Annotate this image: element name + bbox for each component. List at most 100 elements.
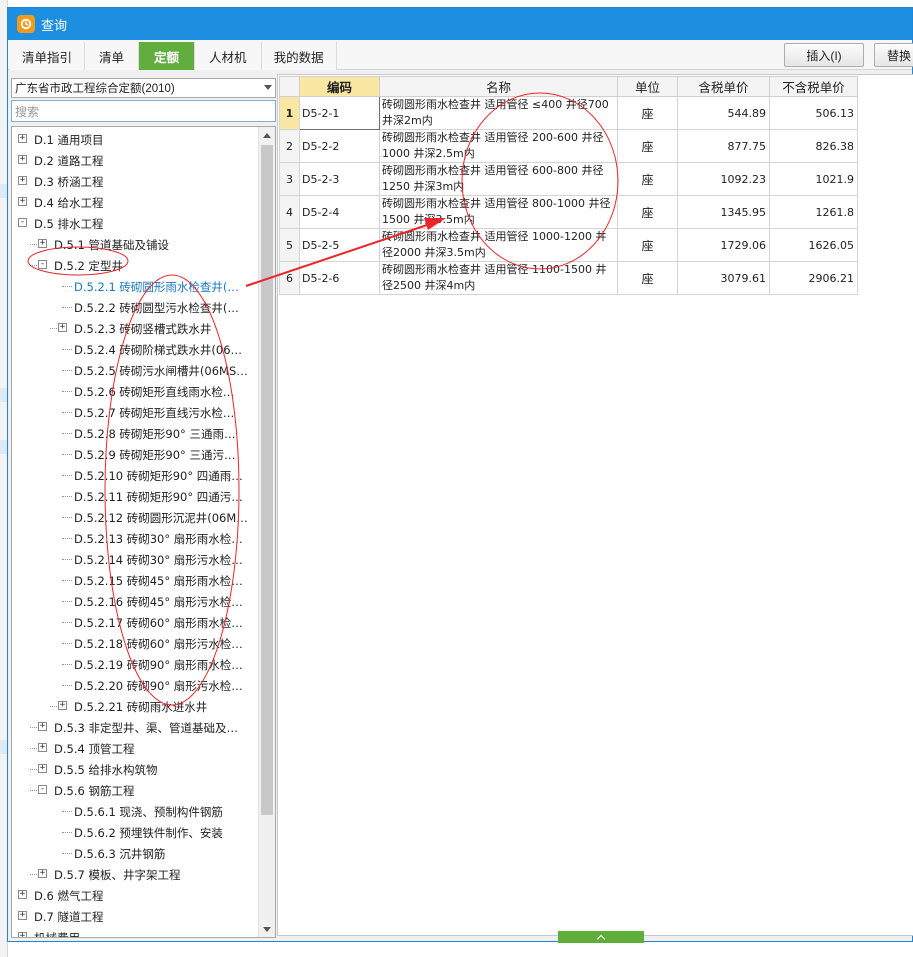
search-input[interactable]: 搜索 bbox=[11, 100, 276, 122]
unit-cell: 座 bbox=[617, 228, 678, 262]
expand-icon[interactable]: + bbox=[18, 911, 27, 920]
expand-icon[interactable]: + bbox=[18, 134, 27, 143]
tree-item[interactable]: D.5.2.4 砖砌阶梯式跌水井(06… bbox=[12, 339, 257, 360]
collapse-handle[interactable] bbox=[558, 931, 644, 943]
tree-item[interactable]: D.5.2.19 砖砌90° 扇形雨水检… bbox=[12, 654, 257, 675]
tree-item[interactable]: + 机械费用 bbox=[12, 927, 257, 937]
tree-item[interactable]: D.5.6.2 预埋铁件制作、安装 bbox=[12, 822, 257, 843]
tree-item[interactable]: + D.2 道路工程 bbox=[12, 150, 257, 171]
tree-item[interactable]: D.5.2.2 砖砌圆型污水检查井(… bbox=[12, 297, 257, 318]
tree-item[interactable]: D.5.2.10 砖砌矩形90° 四通雨… bbox=[12, 465, 257, 486]
tree-item[interactable]: + D.5.1 管道基础及铺设 bbox=[12, 234, 257, 255]
tree-item[interactable]: - D.5.2 定型井 bbox=[12, 255, 257, 276]
tree-scrollbar[interactable] bbox=[258, 127, 275, 937]
price-with-tax-cell: 544.89 bbox=[677, 96, 770, 130]
expand-icon[interactable]: + bbox=[18, 890, 27, 899]
tree-item[interactable]: - D.5 排水工程 bbox=[12, 213, 257, 234]
table-row[interactable]: 1 D5-2-1 砖砌圆形雨水检查井 适用管径 ≤400 井径700 井深2m内座 5… bbox=[279, 96, 858, 130]
tree-connector bbox=[62, 811, 72, 812]
tree-item-label: D.5.3 非定型井、渠、管道基础及… bbox=[54, 721, 238, 735]
tree-item[interactable]: D.5.2.7 砖砌矩形直线污水检… bbox=[12, 402, 257, 423]
tree-item[interactable]: D.5.6.1 现浇、预制构件钢筋 bbox=[12, 801, 257, 822]
collapse-icon[interactable]: - bbox=[18, 218, 27, 227]
tree-item[interactable]: + D.7 隧道工程 bbox=[12, 906, 257, 927]
tree-item[interactable]: + D.5.3 非定型井、渠、管道基础及… bbox=[12, 717, 257, 738]
table-row[interactable]: 2 D5-2-2 砖砌圆形雨水检查井 适用管径 200-600 井径1000 井深2… bbox=[279, 129, 858, 163]
tree-connector bbox=[62, 643, 72, 644]
expand-icon[interactable]: + bbox=[38, 743, 47, 752]
tree-item[interactable]: D.5.2.1 砖砌圆形雨水检查井(… bbox=[12, 276, 257, 297]
header-name[interactable]: 名称 bbox=[379, 76, 618, 97]
tree-connector bbox=[62, 412, 72, 413]
scroll-up-icon[interactable] bbox=[259, 127, 275, 143]
tree-item[interactable]: + D.4 给水工程 bbox=[12, 192, 257, 213]
tree-item[interactable]: + D.5.7 模板、井字架工程 bbox=[12, 864, 257, 885]
tab-quota[interactable]: 定额 bbox=[139, 42, 196, 70]
tab-my-data[interactable]: 我的数据 bbox=[261, 42, 337, 70]
tab-bill[interactable]: 清单 bbox=[85, 42, 140, 70]
tree-item[interactable]: + D.1 通用项目 bbox=[12, 129, 257, 150]
tree-item[interactable]: D.5.2.5 砖砌污水闸槽井(06MS… bbox=[12, 360, 257, 381]
tree-item-label: D.5.2.20 砖砌90° 扇形污水检… bbox=[74, 679, 243, 693]
header-code[interactable]: 编码 bbox=[299, 76, 380, 97]
search-placeholder: 搜索 bbox=[15, 104, 40, 119]
tree-item[interactable]: - D.5.6 钢筋工程 bbox=[12, 780, 257, 801]
expand-icon[interactable]: + bbox=[18, 155, 27, 164]
tree-connector bbox=[50, 328, 57, 329]
insert-button[interactable]: 插入(I) bbox=[784, 43, 864, 67]
scroll-down-icon[interactable] bbox=[259, 921, 275, 937]
expand-icon[interactable]: + bbox=[38, 869, 47, 878]
tab-labor-material-machine[interactable]: 人材机 bbox=[195, 42, 262, 70]
tree-item[interactable]: + D.5.2.21 砖砌雨水进水井 bbox=[12, 696, 257, 717]
tree-item[interactable]: D.5.2.6 砖砌矩形直线雨水检… bbox=[12, 381, 257, 402]
row-index: 4 bbox=[279, 195, 300, 229]
header-price-with-tax[interactable]: 含税单价 bbox=[677, 76, 770, 97]
expand-icon[interactable]: + bbox=[18, 176, 27, 185]
tree-item[interactable]: D.5.2.16 砖砌45° 扇形污水检… bbox=[12, 591, 257, 612]
tree-item[interactable]: D.5.6.3 沉井钢筋 bbox=[12, 843, 257, 864]
replace-button[interactable]: 替换 bbox=[874, 43, 913, 67]
tree-item[interactable]: D.5.2.13 砖砌30° 扇形雨水检… bbox=[12, 528, 257, 549]
tree-item[interactable]: D.5.2.8 砖砌矩形90° 三通雨… bbox=[12, 423, 257, 444]
header-price-without-tax[interactable]: 不含税单价 bbox=[769, 76, 858, 97]
expand-icon[interactable]: + bbox=[58, 701, 67, 710]
collapse-icon[interactable]: - bbox=[38, 260, 47, 269]
tree-item[interactable]: D.5.2.18 砖砌60° 扇形污水检… bbox=[12, 633, 257, 654]
expand-icon[interactable]: + bbox=[58, 323, 67, 332]
quota-library-select[interactable]: 广东省市政工程综合定额(2010) bbox=[11, 78, 276, 98]
table-row[interactable]: 4 D5-2-4 砖砌圆形雨水检查井 适用管径 800-1000 井径1500 井深… bbox=[279, 195, 858, 229]
app-logo-icon bbox=[17, 15, 35, 33]
unit-cell: 座 bbox=[617, 129, 678, 163]
expand-icon[interactable]: + bbox=[38, 764, 47, 773]
expand-icon[interactable]: + bbox=[18, 932, 27, 937]
tree-item[interactable]: + D.5.4 顶管工程 bbox=[12, 738, 257, 759]
row-index: 1 bbox=[279, 96, 300, 130]
expand-icon[interactable]: + bbox=[38, 239, 47, 248]
tree-item-label: D.5.2 定型井 bbox=[54, 259, 123, 273]
table-row[interactable]: 6 D5-2-6 砖砌圆形雨水检查井 适用管径 1100-1500 井径2500 井… bbox=[279, 261, 858, 295]
tree-item[interactable]: + D.5.2.3 砖砌竖槽式跌水井 bbox=[12, 318, 257, 339]
tree-item[interactable]: + D.6 燃气工程 bbox=[12, 885, 257, 906]
tree-item-label: D.5.6.2 预埋铁件制作、安装 bbox=[74, 826, 223, 840]
collapse-icon[interactable]: - bbox=[38, 785, 47, 794]
tree-item[interactable]: D.5.2.9 砖砌矩形90° 三通污… bbox=[12, 444, 257, 465]
table-row[interactable]: 3 D5-2-3 砖砌圆形雨水检查井 适用管径 600-800 井径1250 井深3… bbox=[279, 162, 858, 196]
tree-item[interactable]: + D.5.5 给排水构筑物 bbox=[12, 759, 257, 780]
price-with-tax-cell: 1345.95 bbox=[677, 195, 770, 229]
tree-item[interactable]: + D.3 桥涵工程 bbox=[12, 171, 257, 192]
tree-item[interactable]: D.5.2.11 砖砌矩形90° 四通污… bbox=[12, 486, 257, 507]
tree-item-label: D.5.6.3 沉井钢筋 bbox=[74, 847, 166, 861]
expand-icon[interactable]: + bbox=[18, 197, 27, 206]
tree-item[interactable]: D.5.2.17 砖砌60° 扇形雨水检… bbox=[12, 612, 257, 633]
tree-item-label: D.5.2.11 砖砌矩形90° 四通污… bbox=[74, 490, 243, 504]
quota-table: 编码 名称 单位 含税单价 不含税单价 1 D5-2-1 砖砌圆形雨水检查井 适用管… bbox=[279, 76, 858, 295]
header-unit[interactable]: 单位 bbox=[617, 76, 678, 97]
tree-item[interactable]: D.5.2.14 砖砌30° 扇形污水检… bbox=[12, 549, 257, 570]
tree-item[interactable]: D.5.2.20 砖砌90° 扇形污水检… bbox=[12, 675, 257, 696]
tab-bill-guide[interactable]: 清单指引 bbox=[10, 42, 86, 70]
expand-icon[interactable]: + bbox=[38, 722, 47, 731]
table-row[interactable]: 5 D5-2-5 砖砌圆形雨水检查井 适用管径 1000-1200 井径2000 井… bbox=[279, 228, 858, 262]
tree-item[interactable]: D.5.2.15 砖砌45° 扇形雨水检… bbox=[12, 570, 257, 591]
tree-item[interactable]: D.5.2.12 砖砌圆形沉泥井(06M… bbox=[12, 507, 257, 528]
scroll-thumb[interactable] bbox=[261, 145, 273, 815]
